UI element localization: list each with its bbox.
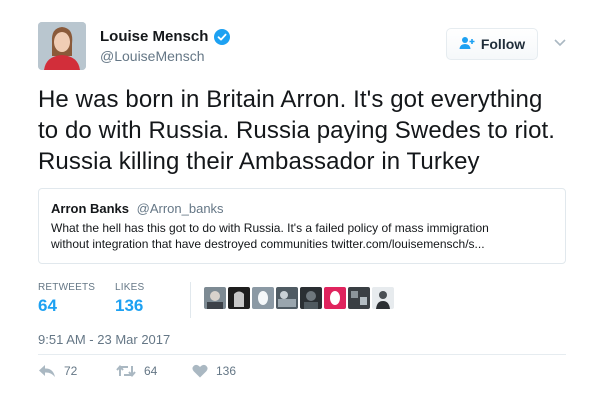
like-count: 136: [216, 364, 237, 378]
tweet-text-line: He was born in Britain Arron. It's got e…: [38, 86, 543, 113]
verified-badge-icon: [214, 28, 231, 45]
liker-avatar[interactable]: [252, 287, 274, 309]
quoted-author-name: Arron Banks: [51, 201, 130, 216]
divider: [38, 354, 566, 355]
quoted-text-line: What the hell has this got to do with Ru…: [51, 221, 489, 235]
tweet-text: He was born in Britain Arron. It's got e…: [38, 84, 578, 177]
author-name[interactable]: Louise Mensch: [100, 28, 231, 45]
liker-avatar[interactable]: [300, 287, 322, 309]
retweet-count: 64: [144, 364, 158, 378]
liker-avatar[interactable]: [228, 287, 250, 309]
likes-stat[interactable]: LIKES 136: [115, 282, 144, 316]
likes-value[interactable]: 136: [115, 296, 144, 316]
author-display-name[interactable]: Louise Mensch: [100, 28, 208, 45]
retweets-value[interactable]: 64: [38, 296, 95, 316]
liker-avatar[interactable]: [204, 287, 226, 309]
follow-button-label: Follow: [480, 36, 526, 52]
reply-button[interactable]: 72: [38, 364, 77, 378]
retweets-stat[interactable]: RETWEETS 64: [38, 282, 95, 316]
reply-icon: [39, 365, 55, 377]
quoted-text-line: without integration that have destroyed …: [51, 237, 485, 251]
tweet-text-line: Russia killing their Ambassador in Turke…: [38, 148, 480, 175]
reply-count: 72: [64, 364, 78, 378]
liker-avatar[interactable]: [372, 287, 394, 309]
tweet-text-line: to do with Russia. Russia paying Swedes …: [38, 117, 556, 144]
author-handle[interactable]: @LouiseMensch: [100, 48, 205, 64]
like-button[interactable]: 136: [192, 364, 236, 378]
likes-label: LIKES: [115, 282, 145, 293]
stats-divider: [190, 282, 191, 318]
quoted-tweet[interactable]: Arron Banks @Arron_banks What the hell h…: [38, 188, 566, 264]
quoted-tweet-text: What the hell has this got to do with Ru…: [51, 220, 553, 252]
tweet-card: Louise Mensch @LouiseMensch Follow He wa…: [0, 0, 600, 402]
liker-avatar[interactable]: [348, 287, 370, 309]
retweet-icon: [116, 364, 136, 378]
retweets-label: RETWEETS: [38, 282, 96, 293]
follow-button[interactable]: Follow: [446, 28, 538, 60]
author-avatar[interactable]: [38, 22, 86, 70]
likers-avatars: [204, 287, 394, 309]
liker-avatar[interactable]: [276, 287, 298, 309]
retweet-button[interactable]: 64: [116, 364, 157, 378]
chevron-down-icon[interactable]: [553, 38, 567, 48]
quoted-author-handle: @Arron_banks: [136, 201, 224, 216]
add-user-icon: [459, 36, 475, 53]
liker-avatar[interactable]: [324, 287, 346, 309]
tweet-timestamp[interactable]: 9:51 AM - 23 Mar 2017: [38, 332, 170, 347]
heart-icon: [192, 364, 208, 378]
